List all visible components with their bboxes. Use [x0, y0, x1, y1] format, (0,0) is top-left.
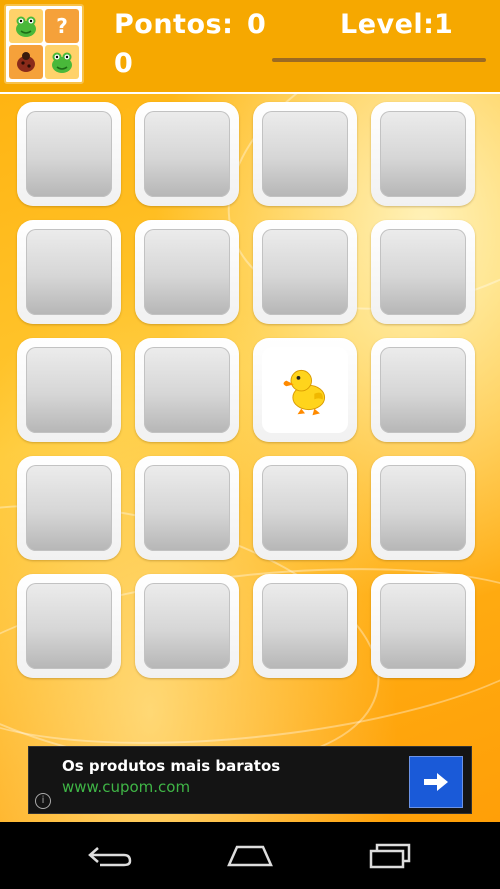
system-navigation-bar [0, 822, 500, 889]
recent-apps-button[interactable] [360, 840, 420, 872]
home-button[interactable] [220, 840, 280, 872]
card-face [380, 583, 466, 669]
card-face [144, 111, 230, 197]
card-tile-r5-c3[interactable] [253, 574, 357, 678]
header-bar: ? Pontos: 0 0 Level: 1 [0, 0, 500, 94]
ad-url[interactable]: www.cupom.com [62, 778, 190, 796]
home-icon [227, 845, 273, 867]
card-face [144, 465, 230, 551]
card-tile-r2-c4[interactable] [371, 220, 475, 324]
card-face [380, 347, 466, 433]
frog-icon [9, 9, 43, 43]
question-mark-icon: ? [45, 9, 79, 43]
card-tile-r3-c2[interactable] [135, 338, 239, 442]
card-tile-r3-c1[interactable] [17, 338, 121, 442]
card-tile-r4-c3[interactable] [253, 456, 357, 560]
ad-title[interactable]: Os produtos mais baratos [62, 757, 280, 775]
ladybug-icon [9, 45, 43, 79]
card-face [262, 465, 348, 551]
recent-apps-icon [369, 843, 411, 869]
card-tile-r2-c2[interactable] [135, 220, 239, 324]
card-face [144, 583, 230, 669]
score-value-overflow: 0 [114, 48, 134, 79]
card-tile-r4-c1[interactable] [17, 456, 121, 560]
score-label: Pontos: [114, 9, 234, 40]
arrow-right-icon [424, 773, 448, 791]
card-tile-r5-c4[interactable] [371, 574, 475, 678]
frog-icon [45, 45, 79, 79]
ad-cta-button[interactable] [409, 756, 463, 808]
card-face [26, 465, 112, 551]
card-tile-r3-c3[interactable] [253, 338, 357, 442]
back-icon [88, 847, 132, 867]
card-tile-r1-c3[interactable] [253, 102, 357, 206]
card-face [144, 229, 230, 315]
card-face [262, 347, 348, 433]
back-button[interactable] [80, 840, 140, 872]
card-face [380, 229, 466, 315]
card-face [380, 111, 466, 197]
card-tile-r4-c2[interactable] [135, 456, 239, 560]
memory-game-app-icon: ? [4, 4, 84, 84]
card-face [26, 347, 112, 433]
level-progress-bar [272, 58, 486, 62]
card-tile-r1-c4[interactable] [371, 102, 475, 206]
duckling-icon [283, 369, 326, 416]
level-value: 1 [434, 9, 454, 40]
card-tile-r5-c2[interactable] [135, 574, 239, 678]
card-face [26, 111, 112, 197]
card-face [26, 229, 112, 315]
level-label: Level: [340, 9, 435, 40]
ad-banner[interactable]: Os produtos mais baratos www.cupom.com i [28, 746, 472, 814]
card-face [380, 465, 466, 551]
card-tile-r4-c4[interactable] [371, 456, 475, 560]
card-tile-r2-c3[interactable] [253, 220, 357, 324]
card-tile-r2-c1[interactable] [17, 220, 121, 324]
card-face [144, 347, 230, 433]
card-face [262, 229, 348, 315]
card-face [262, 583, 348, 669]
info-icon[interactable]: i [35, 793, 51, 809]
card-tile-r3-c4[interactable] [371, 338, 475, 442]
score-value: 0 [247, 9, 267, 40]
card-tile-r5-c1[interactable] [17, 574, 121, 678]
card-face [26, 583, 112, 669]
card-face [262, 111, 348, 197]
game-board [0, 94, 500, 822]
card-tile-r1-c2[interactable] [135, 102, 239, 206]
card-tile-r1-c1[interactable] [17, 102, 121, 206]
